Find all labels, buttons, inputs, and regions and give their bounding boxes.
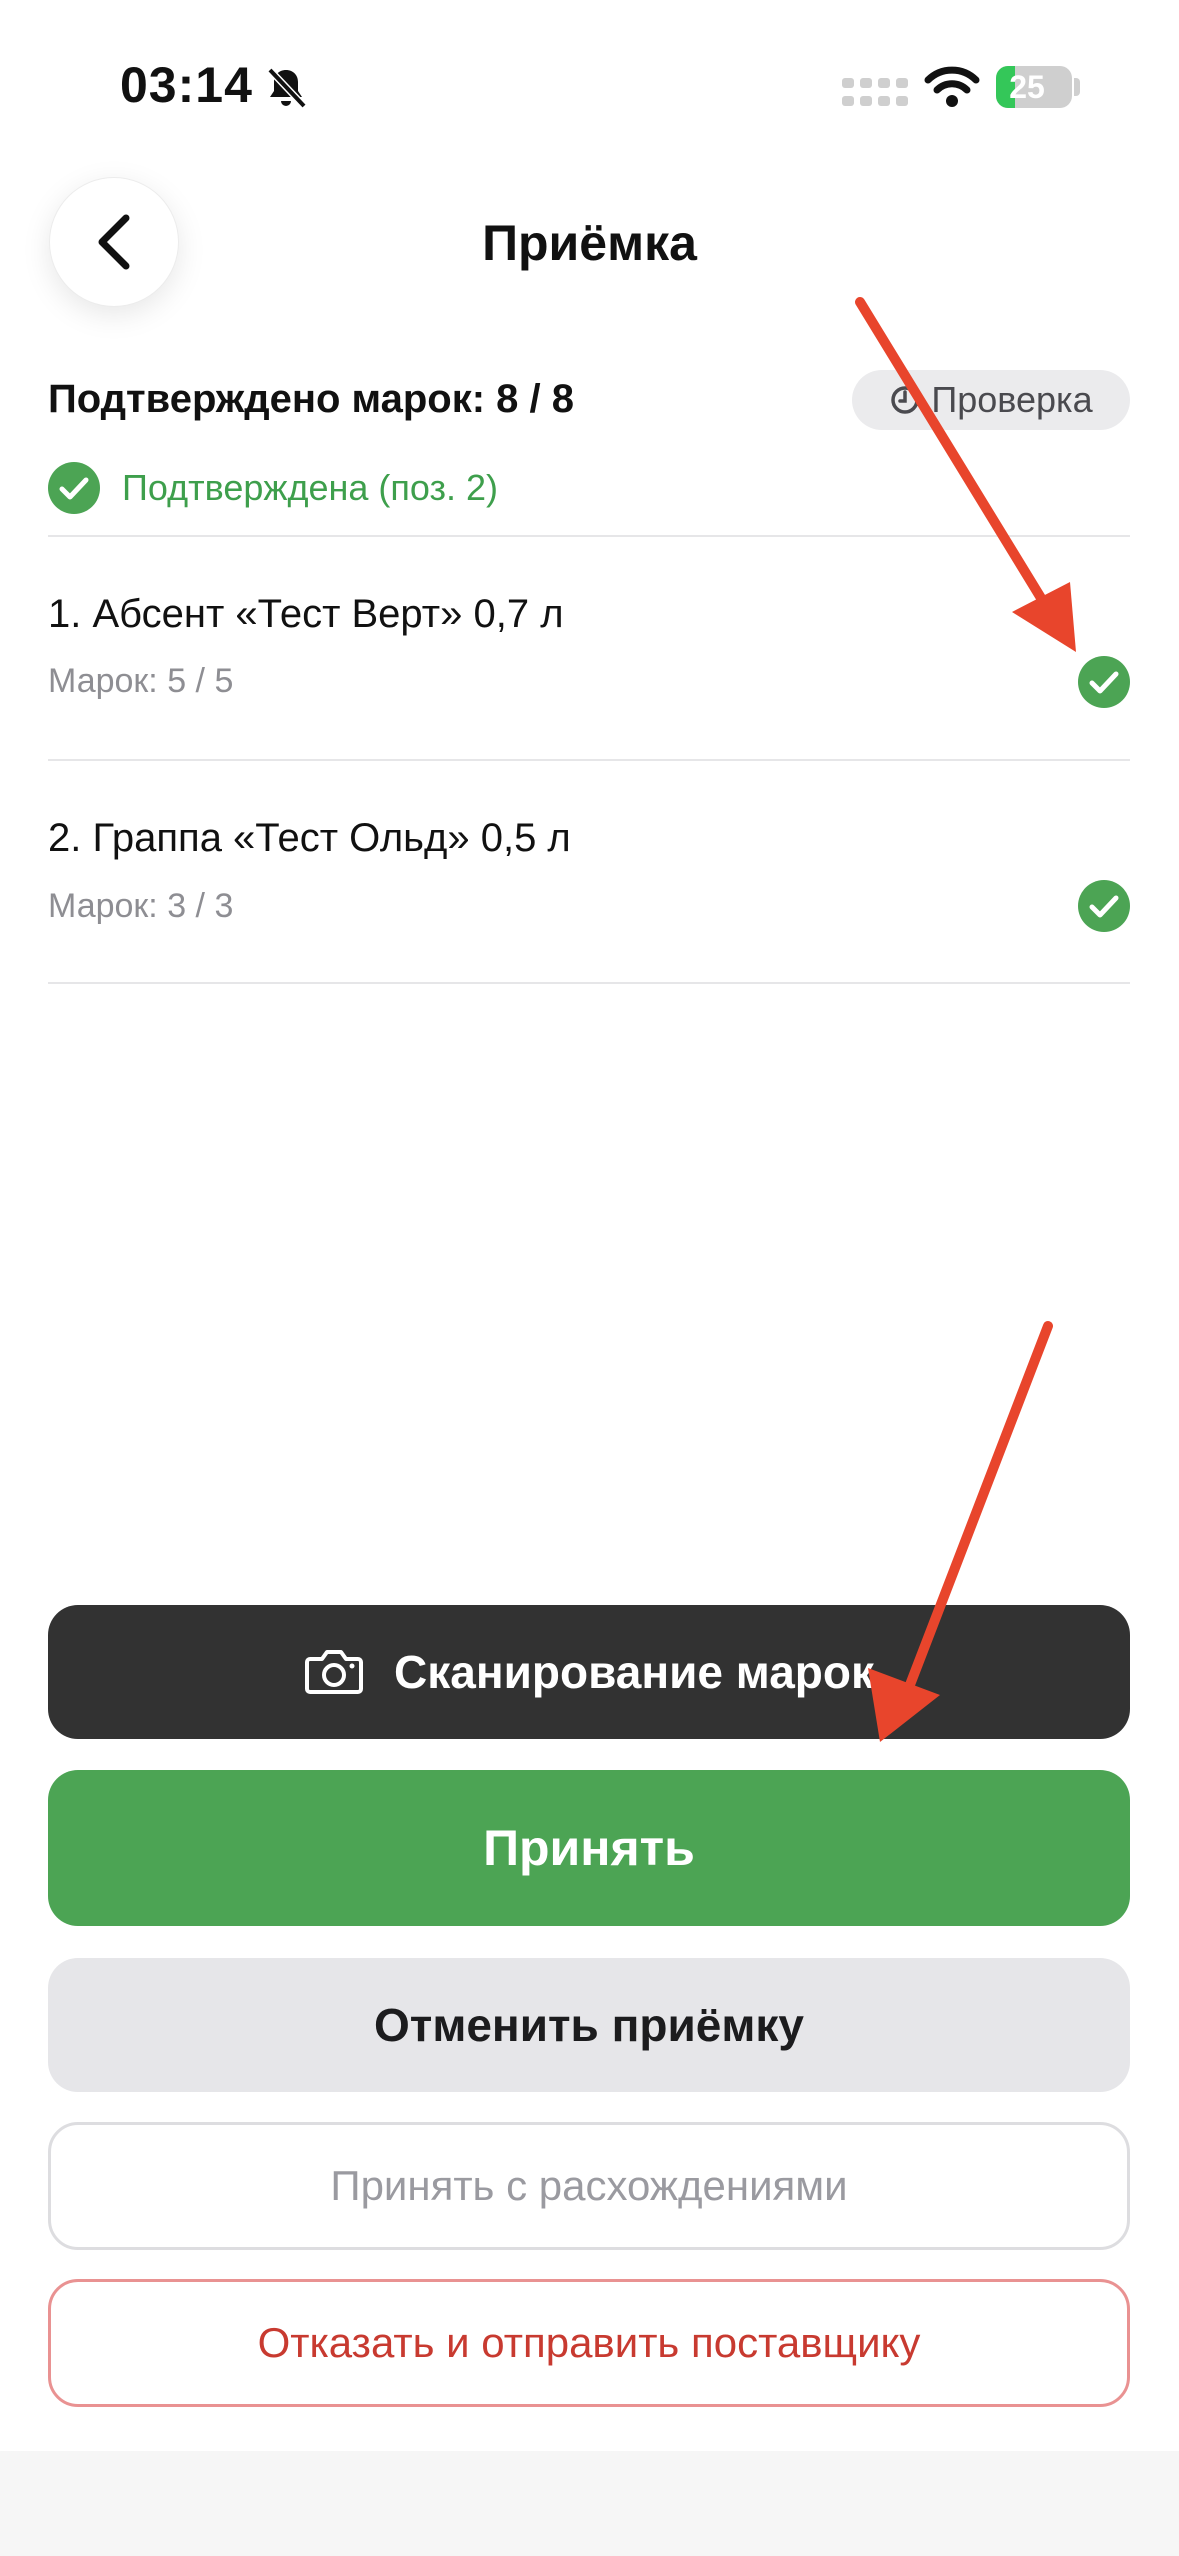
status-chip: Проверка <box>852 370 1130 430</box>
list-item[interactable] <box>0 537 1179 759</box>
reject-and-return-button[interactable]: Отказать и отправить поставщику <box>48 2279 1130 2407</box>
bell-slash-icon <box>267 67 307 109</box>
list-item[interactable] <box>0 761 1179 983</box>
camera-icon <box>305 1650 363 1694</box>
scan-marks-label: Сканирование марок <box>394 1646 874 1698</box>
bottom-area <box>0 2451 1179 2556</box>
wifi-icon <box>924 66 980 107</box>
check-circle-icon <box>1078 656 1130 708</box>
check-circle-icon <box>48 462 100 514</box>
item-marks-count: Марок: 5 / 5 <box>48 662 234 700</box>
item-name: 2. Граппа «Тест Ольд» 0,5 л <box>48 816 571 860</box>
accept-with-discrepancies-button[interactable]: Принять с расхождениями <box>48 2122 1130 2250</box>
signal-icon <box>842 78 908 106</box>
battery-icon: 25 <box>996 66 1072 108</box>
item-marks-count: Марок: 3 / 3 <box>48 887 234 925</box>
status-time: 03:14 <box>120 57 253 113</box>
confirmation-status-label: Подтверждена (поз. 2) <box>122 467 498 508</box>
battery-tip <box>1074 78 1080 96</box>
check-circle-icon <box>1078 880 1130 932</box>
scan-marks-button[interactable]: Сканирование марок <box>48 1605 1130 1739</box>
item-name: 1. Абсент «Тест Верт» 0,7 л <box>48 592 564 636</box>
clock-icon <box>891 386 920 414</box>
confirmation-status: Подтверждена (поз. 2) <box>48 462 498 514</box>
confirmed-marks-summary: Подтверждено марок: 8 / 8 <box>48 377 575 421</box>
battery-percent: 25 <box>1009 69 1045 105</box>
page-title: Приёмка <box>482 215 697 271</box>
status-chip-label: Проверка <box>931 379 1093 420</box>
cancel-acceptance-button[interactable]: Отменить приёмку <box>48 1958 1130 2092</box>
divider <box>48 982 1130 984</box>
accept-button[interactable]: Принять <box>48 1770 1130 1926</box>
